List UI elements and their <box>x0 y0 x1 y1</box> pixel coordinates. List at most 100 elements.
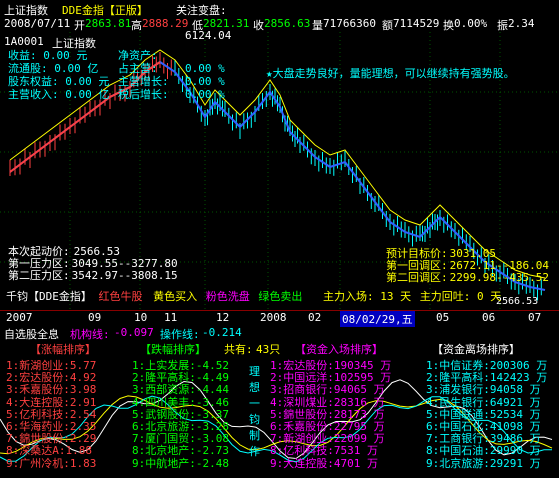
open-label: 开 <box>74 19 85 32</box>
fall-sort-tab[interactable]: 【跌幅排序】 <box>140 341 206 357</box>
fund2-row-share: 占主营: <box>118 62 169 75</box>
legend-yellow: 黄色买入 <box>153 290 198 303</box>
open-value: 2863.81 <box>85 17 132 30</box>
fall-stock-name[interactable]: 中航地产: <box>145 457 196 470</box>
legend-red: 红色牛股 <box>98 290 143 303</box>
fund2-label: 占主营: <box>118 62 158 75</box>
fall-rank: 8: <box>132 444 146 458</box>
outflow-stock-name[interactable]: 浦发银行: <box>439 383 490 396</box>
inflow-stock-name[interactable]: 深圳煤业: <box>283 396 334 409</box>
rise-value: 1.88 <box>65 444 93 458</box>
outflow-rank: 4: <box>426 395 440 409</box>
rise-stock-name[interactable]: 錦世股份: <box>19 432 70 445</box>
stock-title[interactable]: 上证指数 <box>4 2 48 18</box>
fall-row[interactable]: 9:中航地产:-2.48 <box>132 456 229 470</box>
fundamental-panel: 收益: 0.00 元 流通股: 0.00 亿 股东权益: 0.00 元 主营收入… <box>8 49 109 101</box>
agency-label: 机构线: <box>70 328 110 341</box>
fund2-row-nav: 净资产: <box>118 49 169 62</box>
rise-rank: 8: <box>6 444 20 458</box>
rise-rank: 3: <box>6 383 20 397</box>
rise-rank: 4: <box>6 395 20 409</box>
fund-unit: 亿 <box>87 62 99 75</box>
fall-rank: 9: <box>132 456 146 470</box>
outflow-stock-name[interactable]: 北京旅游: <box>439 457 490 470</box>
inflow-list[interactable]: 1:宏达股份:190345 万 2:中国远洋:102595 万 3:招商银行:940… <box>270 359 391 470</box>
fall-rank: 3: <box>132 383 146 397</box>
axis-label: 09 <box>88 311 102 324</box>
peak-value: 6124.04 <box>185 29 232 42</box>
outflow-rank: 8: <box>426 444 440 458</box>
rise-stock-name[interactable]: 大连控股: <box>19 396 70 409</box>
rise-sort-tab[interactable]: 【涨幅排序】 <box>30 341 96 357</box>
fall-list[interactable]: 1:上实发展:-4.52 2:隆平高科:-4.49 3:西部资源:-4.44 4:四川… <box>132 359 229 470</box>
fall-stock-name[interactable]: 武钢股份: <box>145 408 196 421</box>
outflow-rank: 9: <box>426 456 440 470</box>
fall-stock-name[interactable]: 西部资源: <box>145 383 196 396</box>
watchlist-panel[interactable]: 自选股全息 机构线: -0.097 操作线: -0.214 【涨幅排序】 【跌幅… <box>0 324 559 478</box>
legend-green: 绿色卖出 <box>258 290 303 303</box>
rise-stock-name[interactable]: 禾嘉股份: <box>19 383 70 396</box>
axis-label: 06 <box>482 311 496 324</box>
rise-stock-name[interactable]: 亿利科技: <box>19 408 70 421</box>
rise-list[interactable]: 1:新湖创业:5.77 2:宏达股份:4.92 3:禾嘉股份:3.98 4:大连控股:… <box>6 359 96 470</box>
quote-date: 2008/07/11 <box>4 17 71 30</box>
outflow-sort-tab[interactable]: 【资金离场排序】 <box>432 341 520 357</box>
axis-label: 2007 <box>6 311 33 324</box>
quote-header: 上证指数 DDE金指【正版】 关注变盘: 2008/07/11 开 2863.8… <box>0 0 559 32</box>
fund-label: 主营收入: <box>8 88 59 101</box>
inflow-stock-name[interactable]: 錦世股份: <box>283 408 334 421</box>
turnover-value: 0.00% <box>454 17 488 30</box>
pull2-value: 2299.98--435.52 <box>449 271 549 284</box>
outflow-value: 52534 <box>489 407 523 421</box>
pull2-row: 第二回调区: 2299.98--435.52 <box>386 272 549 284</box>
fund-value: 0.00 <box>54 62 81 75</box>
outflow-stock-name[interactable]: 中国石油: <box>439 444 490 457</box>
fund2-label: 主营增长: <box>118 75 169 88</box>
inflow-rank: 3: <box>270 383 284 397</box>
fall-value: -2.73 <box>195 444 229 458</box>
agency-value: -0.097 <box>114 326 154 339</box>
rise-row[interactable]: 9:广州冷机:1.83 <box>6 457 96 470</box>
fall-value: -3.37 <box>195 407 229 421</box>
inflow-stock-name[interactable]: 大连控股: <box>283 457 334 470</box>
outflow-list[interactable]: 1:中信证券:200306 万 2:隆平高科:142423 万 3:浦发银行:940… <box>426 359 547 470</box>
close-label: 收 <box>253 19 264 32</box>
outflow-unit: 万 <box>523 444 541 458</box>
axis-label: 12 <box>216 311 230 324</box>
inflow-stock-name[interactable]: 招商银行: <box>283 383 334 396</box>
rise-stock-name[interactable]: 广州冷机: <box>19 457 70 470</box>
inflow-row[interactable]: 9:大连控股:4701 万 <box>270 457 391 470</box>
outflow-value: 29990 <box>489 444 523 458</box>
main-in-value: 13 天 <box>380 290 412 303</box>
main-back-value: 0 天 <box>477 290 502 303</box>
market-comment: ★大盘走势良好，量能理想，可以继续持有强势股。 <box>266 67 515 80</box>
fall-stock-name[interactable]: 北京地产: <box>145 444 196 457</box>
fall-value: -4.44 <box>195 383 229 397</box>
signal-legend: 千钧【DDE金指】 红色牛股 黄色买入 粉色洗盘 绿色卖出 主力入场: 13 天… <box>6 288 501 304</box>
rise-stock-name[interactable]: 深桑达A: <box>19 444 65 457</box>
inflow-stock-name[interactable]: 亿利科技: <box>283 444 334 457</box>
kline-chart[interactable]: 1A0001 上证指数 6124.04 收益: 0.00 元 流通股: 0.00… <box>0 29 559 310</box>
low-mark: 2566.53 <box>496 296 539 307</box>
fundamental-panel-2: 净资产: 占主营: 主营增长: 税后增长: <box>118 49 169 101</box>
amount-value: 7114529 <box>393 17 440 30</box>
author-watermark: 理想一钧制作 <box>249 365 260 458</box>
focus-label: 关注变盘: <box>176 4 227 17</box>
fund-label: 流通股: <box>8 62 48 75</box>
fund-value: 0.00 <box>65 75 92 88</box>
outflow-value: 64921 <box>489 395 523 409</box>
time-axis[interactable]: 2007 09 10 11 12 2008 02 08/02/29,五 05 0… <box>0 310 559 327</box>
volume-value: 71766360 <box>323 17 376 30</box>
amplitude-label: 振 <box>497 19 508 32</box>
outflow-stock-name[interactable]: 民生银行: <box>439 396 490 409</box>
fund-pct: 0.00 % <box>185 62 225 75</box>
inflow-value: 28316 <box>333 395 367 409</box>
fundamental-pct: 0.00 % 0.00 % 0.00 % <box>185 62 225 101</box>
fall-stock-name[interactable]: 四川美丰: <box>145 396 196 409</box>
inflow-sort-tab[interactable]: 【资金入场排序】 <box>295 341 383 357</box>
indicator-name[interactable]: DDE金指【正版】 <box>62 2 148 18</box>
outflow-stock-name[interactable]: 中国联通: <box>439 408 490 421</box>
outflow-row[interactable]: 9:北京旅游:29291 万 <box>426 456 547 470</box>
stock-code: 1A0001 <box>4 35 44 48</box>
legend-pink: 粉色洗盘 <box>205 290 250 303</box>
